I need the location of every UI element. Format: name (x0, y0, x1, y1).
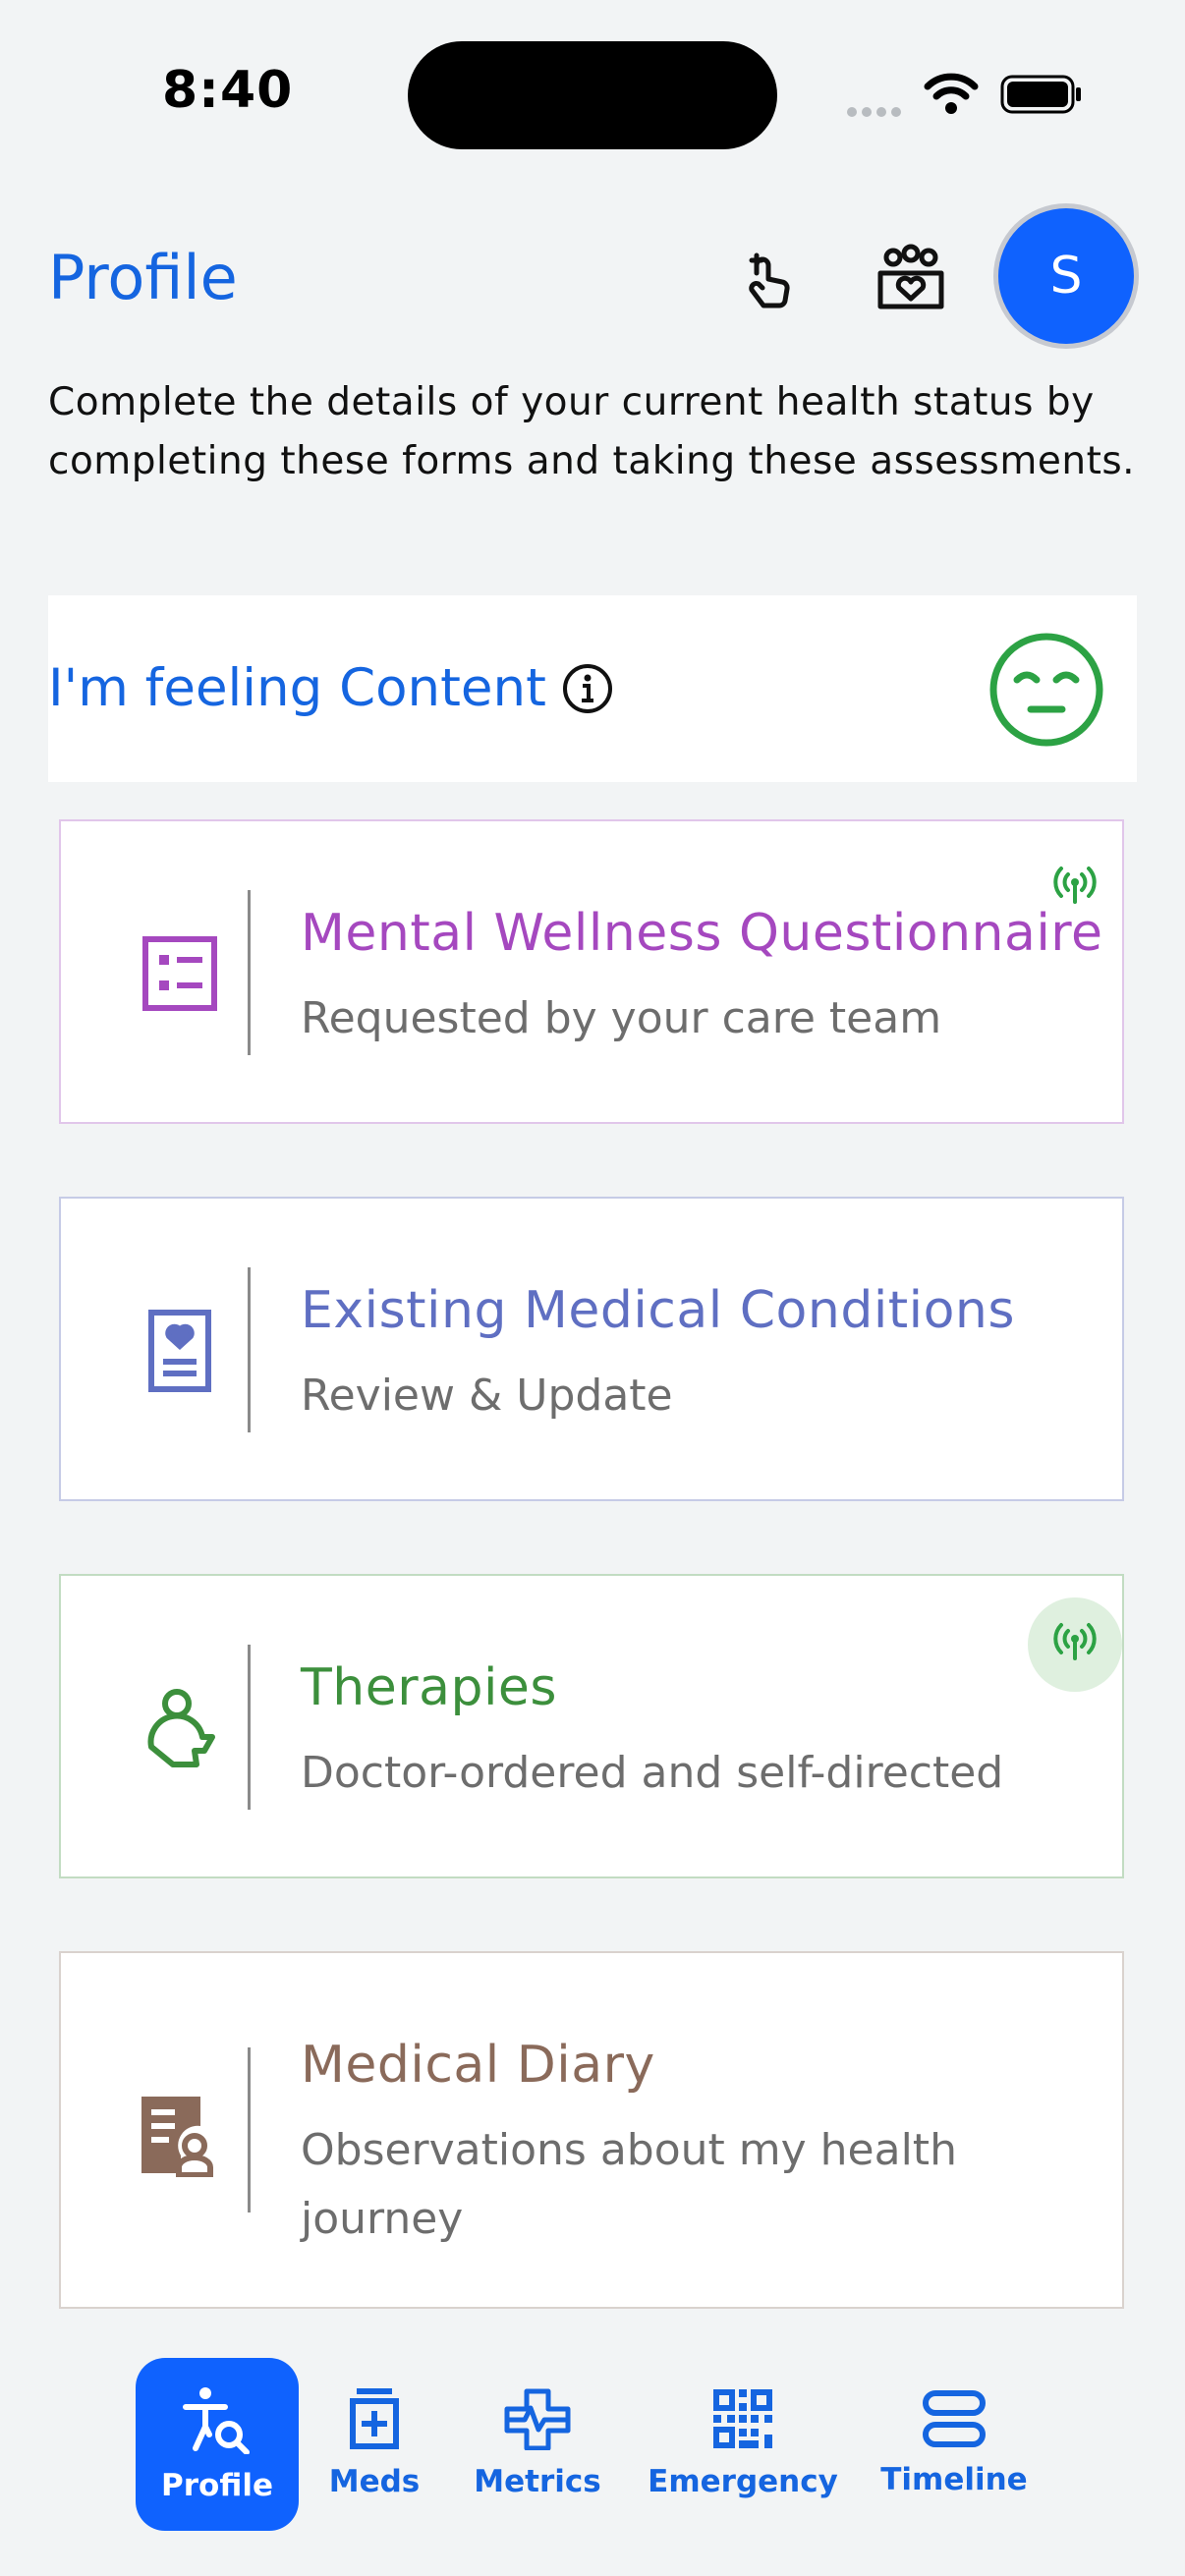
card-mental-wellness[interactable]: Mental Wellness Questionnaire Requested … (59, 819, 1124, 1124)
nav-emergency[interactable]: Emergency (647, 2358, 839, 2531)
card-divider (248, 1267, 251, 1432)
nav-profile[interactable]: Profile (136, 2358, 299, 2531)
timeline-icon (922, 2389, 987, 2452)
info-icon[interactable] (561, 662, 614, 719)
nav-label: Meds (328, 2464, 421, 2499)
card-subtitle: Observations about my health journey (301, 2125, 957, 2244)
card-medical-diary[interactable]: Medical Diary Observations about my heal… (59, 1951, 1124, 2309)
nav-meds[interactable]: Meds (312, 2358, 436, 2531)
card-divider (248, 1645, 251, 1810)
diary-icon (138, 2093, 222, 2178)
dynamic-island (408, 41, 777, 149)
qr-code-icon (711, 2387, 774, 2454)
card-subtitle: Requested by your care team (301, 993, 942, 1043)
signal-dots-icon (847, 102, 906, 121)
card-therapies[interactable]: Therapies Doctor-ordered and self-direct… (59, 1574, 1124, 1878)
meds-icon (349, 2387, 400, 2454)
nav-timeline[interactable]: Timeline (875, 2358, 1034, 2531)
card-title: Existing Medical Conditions (301, 1281, 1015, 1340)
feeling-panel[interactable]: I'm feeling Content (48, 595, 1137, 782)
card-divider (248, 890, 251, 1055)
card-medical-conditions[interactable]: Existing Medical Conditions Review & Upd… (59, 1197, 1124, 1501)
touch-hand-icon[interactable] (735, 244, 804, 312)
status-time: 8:40 (162, 61, 294, 120)
medical-record-icon (138, 1309, 222, 1393)
family-hearts-icon[interactable] (876, 244, 945, 312)
card-subtitle: Review & Update (301, 1371, 673, 1421)
therapy-person-icon (138, 1686, 222, 1770)
page-title: Profile (48, 242, 238, 313)
metrics-icon (503, 2387, 572, 2454)
card-title: Therapies (301, 1658, 557, 1717)
avatar[interactable]: S (998, 208, 1134, 344)
feeling-label: I'm feeling Content (48, 658, 546, 718)
card-subtitle: Doctor-ordered and self-directed (301, 1748, 1004, 1798)
broadcast-icon (1049, 863, 1100, 910)
nav-label: Profile (161, 2468, 273, 2503)
battery-icon (1000, 75, 1083, 118)
card-title: Medical Diary (301, 2036, 655, 2095)
card-title: Mental Wellness Questionnaire (301, 904, 1103, 963)
card-divider (248, 2047, 251, 2212)
broadcast-icon (1049, 1619, 1100, 1666)
nav-metrics[interactable]: Metrics (462, 2358, 613, 2531)
nav-label: Timeline (880, 2462, 1028, 2497)
list-form-icon (138, 931, 222, 1016)
nav-label: Emergency (648, 2464, 838, 2499)
intro-text: Complete the details of your current hea… (48, 380, 1136, 483)
wifi-icon (924, 71, 979, 118)
content-face-icon[interactable] (988, 631, 1105, 753)
nav-label: Metrics (474, 2464, 601, 2499)
profile-search-icon (180, 2385, 254, 2458)
